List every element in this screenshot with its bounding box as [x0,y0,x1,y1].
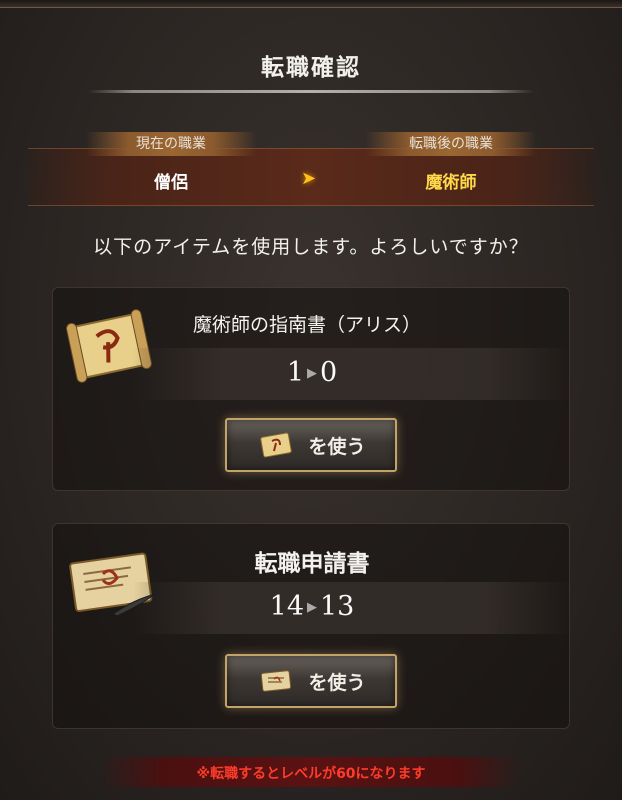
level-warning: ※転職するとレベルが60になります [196,766,426,782]
confirm-question: 以下のアイテムを使用します。よろしいですか？ [93,236,529,258]
use-button-label: を使う [308,435,366,458]
arrow-right-icon: ➤ [301,168,317,189]
count-arrow-icon: ▶ [307,600,317,615]
count-before: 14 [269,591,304,622]
item-count: 14 ▶ 13 [53,591,571,622]
item-name: 転職申請書 [254,551,370,577]
new-job-header: 転職後の職業 [366,132,536,156]
new-job-value: 魔術師 [425,173,477,193]
dialog-title: 転職確認 [261,55,361,81]
count-before: 1 [286,357,304,388]
item-card: 転職申請書 14 ▶ 13 を使う [52,523,573,729]
current-job-value: 僧侶 [154,173,188,193]
use-item-button[interactable]: を使う [225,654,397,708]
title-divider [88,90,534,93]
application-document-icon [261,670,292,692]
item-count: 1 ▶ 0 [53,357,571,388]
item-card: 魔術師の指南書（アリス） 1 ▶ 0 を使う [52,287,573,491]
top-border [0,0,622,8]
count-after: 0 [320,357,338,388]
count-arrow-icon: ▶ [307,366,317,381]
use-item-button[interactable]: を使う [225,418,397,472]
magic-scroll-icon [260,432,293,458]
current-job-header: 現在の職業 [86,132,256,156]
use-button-label: を使う [308,671,366,694]
count-after: 13 [320,591,355,622]
item-name: 魔術師の指南書（アリス） [193,314,422,336]
